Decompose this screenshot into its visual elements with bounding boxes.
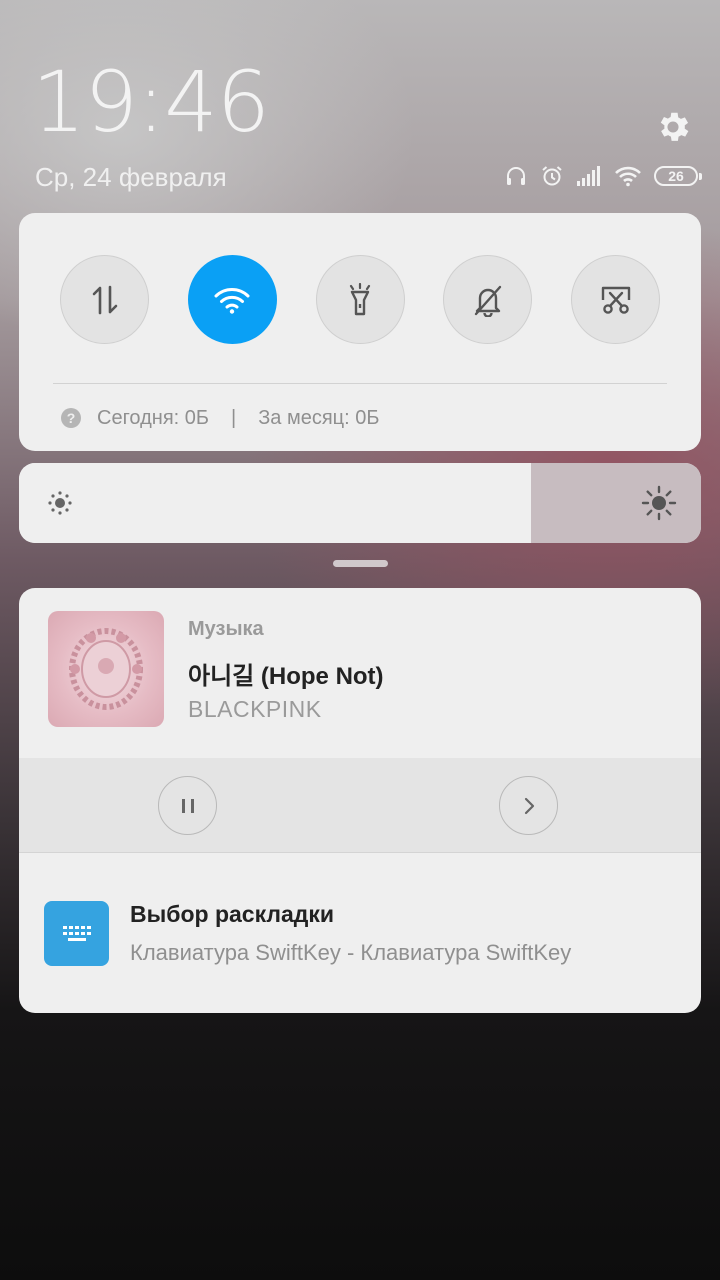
toggle-row — [60, 255, 660, 345]
panel-divider — [53, 383, 667, 384]
music-app-name: Музыка — [188, 618, 264, 640]
gear-icon — [660, 112, 689, 141]
signal-icon — [577, 166, 600, 186]
silent-toggle[interactable] — [443, 255, 533, 344]
battery-indicator: 26 — [654, 166, 702, 186]
wifi-toggle[interactable] — [187, 255, 277, 344]
wifi-status-icon — [615, 166, 641, 187]
scissors-icon — [601, 286, 630, 314]
track-artist: BLACKPINK — [188, 696, 322, 722]
data-usage-month: За месяц: 0Б — [258, 406, 380, 429]
data-usage-today: Сегодня: 0Б — [97, 406, 210, 429]
date: Ср, 24 февраля — [35, 162, 227, 192]
updown-arrows-icon — [92, 285, 117, 314]
keyboard-icon — [62, 925, 91, 941]
screenshot-toggle[interactable] — [571, 255, 660, 344]
keyboard-notification-icon — [44, 901, 109, 966]
settings-button[interactable] — [652, 106, 694, 148]
pause-button[interactable] — [158, 776, 217, 835]
data-usage-separator: | — [231, 406, 237, 429]
clock: 19:46 — [32, 53, 270, 151]
bell-off-icon — [474, 285, 501, 317]
flashlight-icon — [349, 282, 371, 315]
track-title: 아니길 (Hope Not) — [188, 663, 384, 690]
quick-settings-panel: ? Сегодня: 0Б | За месяц: 0Б — [19, 213, 701, 451]
headphones-icon — [507, 167, 525, 185]
help-icon: ? — [61, 408, 81, 428]
brightness-high-icon — [641, 485, 677, 521]
mobile-data-toggle[interactable] — [60, 255, 149, 344]
chevron-right-icon — [524, 797, 534, 814]
status-bar-icons: 26 — [504, 160, 702, 192]
brightness-fill — [19, 463, 531, 543]
next-button[interactable] — [499, 776, 558, 835]
keyboard-notification-text[interactable]: Клавиатура SwiftKey - Клавиатура SwiftKe… — [130, 940, 571, 966]
alarm-icon — [542, 166, 562, 186]
drag-handle[interactable] — [333, 560, 388, 567]
album-cover-image — [69, 628, 143, 710]
data-usage-row[interactable]: ? Сегодня: 0Б | За месяц: 0Б — [61, 404, 380, 432]
album-art — [48, 611, 164, 727]
brightness-slider[interactable] — [19, 463, 701, 543]
battery-level: 26 — [668, 168, 684, 184]
keyboard-notification-title[interactable]: Выбор раскладки — [130, 901, 334, 928]
wifi-icon — [214, 287, 250, 314]
flashlight-toggle[interactable] — [315, 255, 405, 344]
notifications-panel: Музыка 아니길 (Hope Not) BLACKPINK Выбор ра… — [19, 588, 701, 1013]
pause-icon — [181, 798, 194, 813]
brightness-low-icon — [48, 491, 72, 515]
media-controls — [19, 758, 701, 853]
